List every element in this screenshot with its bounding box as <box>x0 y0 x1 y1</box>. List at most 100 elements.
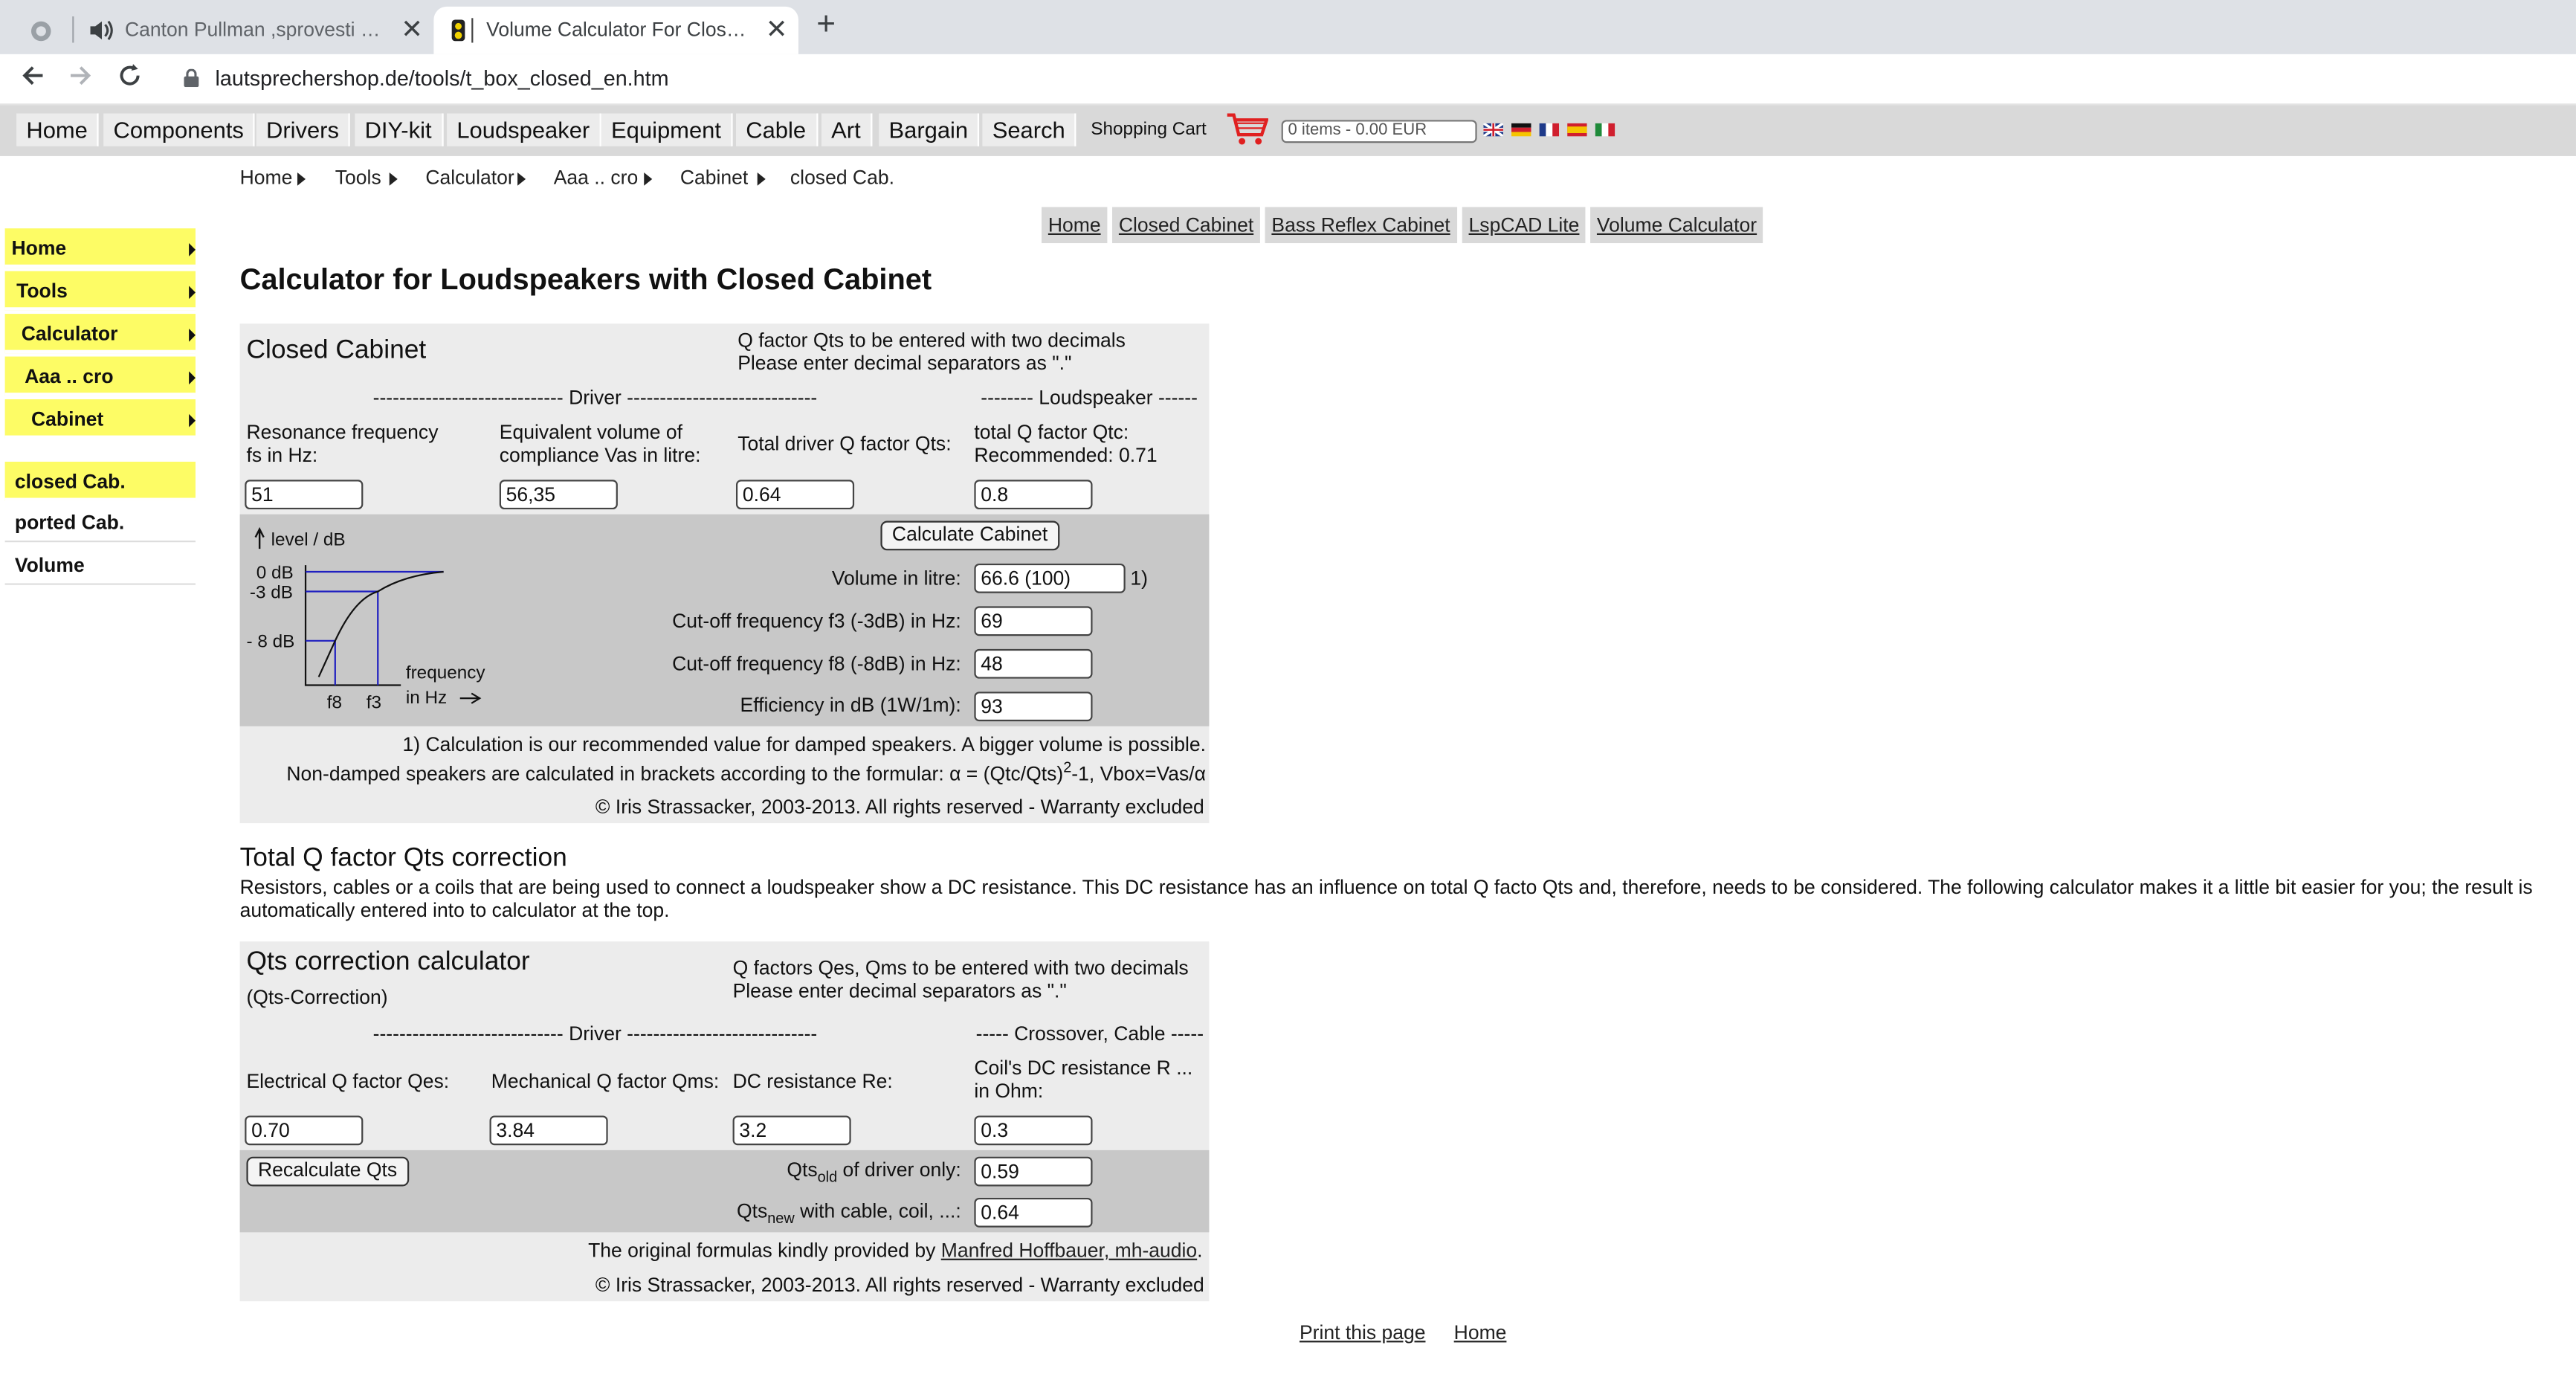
re-input[interactable]: 3.2 <box>732 1115 851 1146</box>
coil-resistance-input[interactable]: 0.3 <box>974 1115 1093 1146</box>
subnav-home[interactable]: Home <box>1042 207 1108 244</box>
qtc-recommended: Recommended: 0.71 <box>974 443 1158 467</box>
tab-volume-calculator[interactable]: Volume Calculator For Closed Ca ✕ <box>433 6 798 54</box>
graph-3db-label: -3 dB <box>249 583 294 603</box>
back-button[interactable] <box>15 61 51 97</box>
re-label: DC resistance Re: <box>732 1069 893 1093</box>
f3-label: Cut-off frequency f3 (-3dB) in Hz: <box>672 609 961 633</box>
page-title: Calculator for Loudspeakers with Closed … <box>239 262 932 296</box>
leftmenu-volume[interactable]: Volume <box>4 545 196 585</box>
shopping-cart-icon[interactable] <box>1226 112 1268 148</box>
qes-input[interactable]: 0.70 <box>245 1115 364 1146</box>
footnote-damped: 1) Calculation is our recommended value … <box>402 732 1206 756</box>
qts-label: Total driver Q factor Qts: <box>737 432 952 456</box>
subnav-lspcad-lite[interactable]: LspCAD Lite <box>1462 207 1586 244</box>
arrow-left-icon <box>22 66 43 86</box>
topnav-cable[interactable]: Cable <box>735 113 818 146</box>
mh-audio-link[interactable]: Manfred Hoffbauer, mh-audio <box>941 1239 1197 1262</box>
breadcrumb-calculator[interactable]: Calculator <box>425 166 514 189</box>
topnav-equipment[interactable]: Equipment <box>601 113 733 146</box>
chevron-right-icon <box>644 172 653 186</box>
chevron-right-icon <box>517 172 526 186</box>
breadcrumb-cabinet[interactable]: Cabinet <box>680 166 748 189</box>
graph-hz-label: in Hz <box>405 688 448 709</box>
qts-driver-divider: ----------------------------- Driver ---… <box>372 1022 818 1045</box>
tab-title: Canton Pullman ,sprovesti u deld <box>124 18 388 42</box>
breadcrumb-aaa-cro[interactable]: Aaa .. cro <box>554 166 638 189</box>
qtc-input[interactable]: 0.8 <box>974 480 1093 510</box>
coil-resistance-unit: in Ohm: <box>974 1079 1044 1103</box>
flag-uk-icon[interactable] <box>1483 123 1503 137</box>
topnav-bargain[interactable]: Bargain <box>879 113 980 146</box>
leftmenu-ported-cab[interactable]: ported Cab. <box>4 503 196 543</box>
qts-old-output[interactable]: 0.59 <box>974 1156 1093 1187</box>
footer-home-link[interactable]: Home <box>1454 1321 1507 1344</box>
topnav-loudspeaker[interactable]: Loudspeaker <box>447 113 601 146</box>
qts-correction-description: Resistors, cables or a coils that are be… <box>239 875 2533 922</box>
tab-canton[interactable]: Canton Pullman ,sprovesti u deld ✕ <box>76 7 430 54</box>
topnav-home[interactable]: Home <box>16 113 100 146</box>
new-tab-button[interactable]: + <box>816 7 836 45</box>
cart-summary-field[interactable]: 0 items - 0.00 EUR <box>1281 120 1477 144</box>
breadcrumb-current: closed Cab. <box>790 166 894 190</box>
close-icon[interactable]: ✕ <box>766 7 788 54</box>
volume-output[interactable]: 66.6 (100) <box>974 563 1126 593</box>
topnav-art[interactable]: Art <box>821 113 873 146</box>
graph-8db-label: - 8 dB <box>246 632 295 653</box>
forward-button[interactable] <box>62 61 99 97</box>
chevron-right-icon <box>757 172 766 186</box>
qts-calc-subheading: (Qts-Correction) <box>246 985 388 1009</box>
print-page-link[interactable]: Print this page <box>1300 1321 1426 1344</box>
qts-separator-note: Please enter decimal separators as "." <box>732 979 1067 1002</box>
efficiency-label: Efficiency in dB (1W/1m): <box>740 693 961 717</box>
leftmenu-aaa-cro[interactable]: Aaa .. cro <box>4 356 196 396</box>
copyright-closed: © Iris Strassacker, 2003-2013. All right… <box>595 795 1204 819</box>
breadcrumb-tools[interactable]: Tools <box>335 166 381 189</box>
calculate-cabinet-button[interactable]: Calculate Cabinet <box>880 520 1059 551</box>
flag-it-icon[interactable] <box>1595 123 1615 137</box>
f8-output[interactable]: 48 <box>974 648 1093 679</box>
leftmenu-tools[interactable]: Tools <box>4 271 196 311</box>
tab-pinned[interactable] <box>13 7 69 54</box>
vas-input[interactable]: 56,35 <box>499 480 618 510</box>
reload-button[interactable] <box>112 61 148 97</box>
flag-fr-icon[interactable] <box>1539 123 1560 137</box>
leftmenu-calculator[interactable]: Calculator <box>4 314 196 354</box>
shopping-cart-link[interactable]: Shopping Cart <box>1081 113 1216 146</box>
topnav-drivers[interactable]: Drivers <box>256 113 351 146</box>
fs-input[interactable]: 51 <box>245 480 364 510</box>
graph-frequency-label: frequency <box>405 663 485 684</box>
tab-title: Volume Calculator For Closed Ca <box>486 18 753 42</box>
f8-label: Cut-off frequency f8 (-8dB) in Hz: <box>672 652 961 676</box>
subnav-volume-calculator[interactable]: Volume Calculator <box>1590 207 1763 244</box>
f3-output[interactable]: 69 <box>974 606 1093 636</box>
topnav-diy-kit[interactable]: DIY-kit <box>355 113 444 146</box>
copyright-qts: © Iris Strassacker, 2003-2013. All right… <box>595 1273 1204 1297</box>
qts-old-label: Qtsold of driver only: <box>787 1158 961 1186</box>
vas-label: Equivalent volume of <box>499 420 682 444</box>
recalculate-qts-button[interactable]: Recalculate Qts <box>246 1156 409 1187</box>
volume-footnote-ref: 1) <box>1130 567 1148 590</box>
leftmenu-closed-cab[interactable]: closed Cab. <box>4 461 196 501</box>
chevron-right-icon <box>389 172 398 186</box>
qts-new-output[interactable]: 0.64 <box>974 1197 1093 1228</box>
leftmenu-home[interactable]: Home <box>4 228 196 268</box>
qts-calc-heading: Qts correction calculator <box>246 948 530 976</box>
address-bar[interactable]: lautsprechershop.de/tools/t_box_closed_e… <box>215 54 668 103</box>
flag-de-icon[interactable] <box>1511 123 1531 137</box>
subnav-closed-cabinet[interactable]: Closed Cabinet <box>1112 207 1261 244</box>
speaker-audio-icon <box>90 20 113 40</box>
fs-label-unit: fs in Hz: <box>246 443 318 467</box>
qts-input[interactable]: 0.64 <box>735 480 855 510</box>
efficiency-output[interactable]: 93 <box>974 691 1093 722</box>
topnav-components[interactable]: Components <box>103 113 256 146</box>
breadcrumb-home[interactable]: Home <box>240 166 293 189</box>
flag-es-icon[interactable] <box>1567 123 1587 137</box>
topnav-search[interactable]: Search <box>982 113 1077 146</box>
graph-level-label: level / dB <box>271 530 346 551</box>
close-icon[interactable]: ✕ <box>401 7 423 54</box>
subnav-bass-reflex[interactable]: Bass Reflex Cabinet <box>1265 207 1457 244</box>
crossover-divider: ----- Crossover, Cable ----- <box>975 1022 1204 1045</box>
leftmenu-cabinet[interactable]: Cabinet <box>4 399 196 439</box>
qms-input[interactable]: 3.84 <box>489 1115 608 1146</box>
